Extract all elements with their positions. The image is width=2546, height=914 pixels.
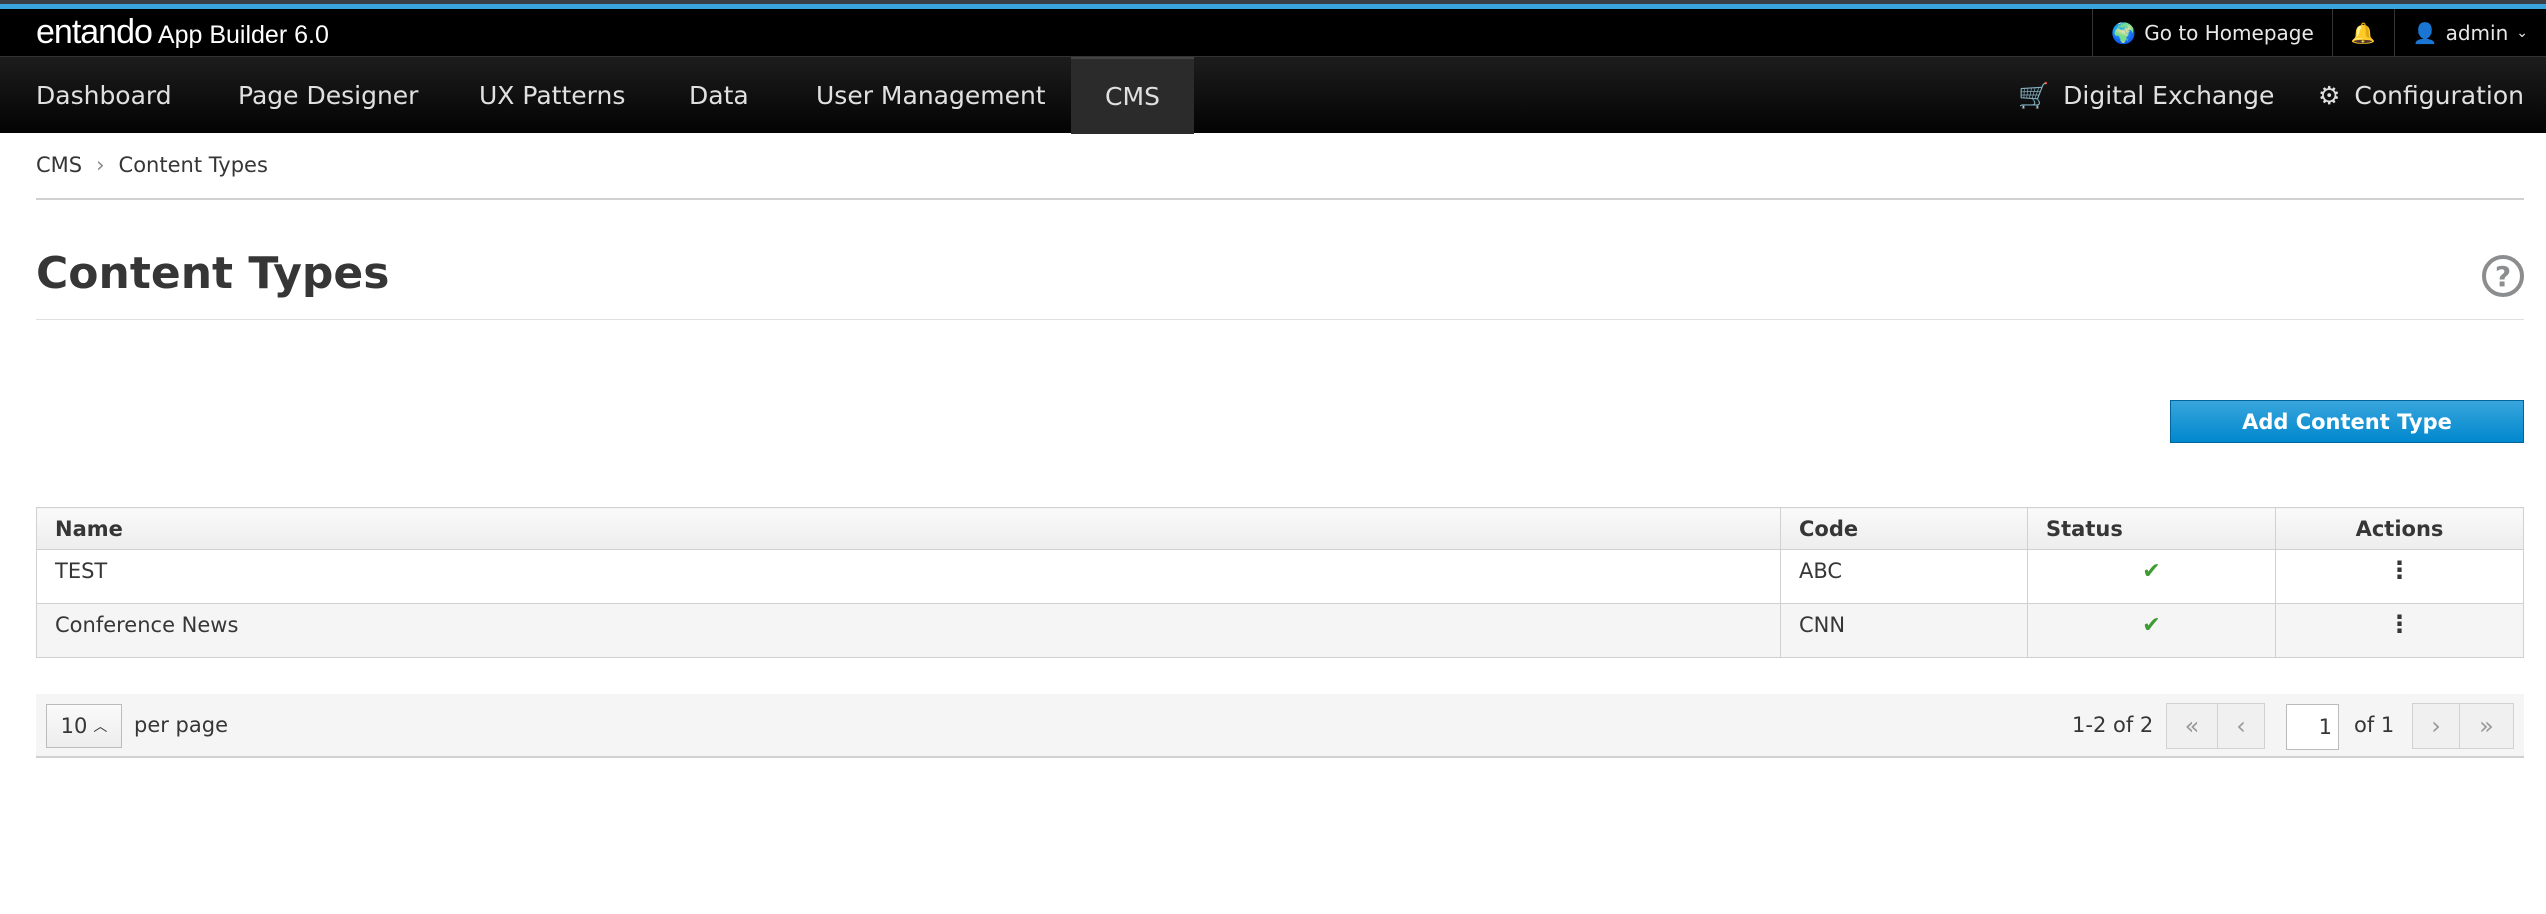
nav-user-management[interactable]: User Management <box>816 57 1046 134</box>
last-page-button[interactable]: » <box>2459 703 2514 749</box>
help-icon[interactable]: ? <box>2482 255 2524 297</box>
breadcrumb-content-types: Content Types <box>118 153 268 177</box>
brand[interactable]: entando App Builder 6.0 <box>36 13 329 52</box>
cell-code: CNN <box>1780 603 2028 658</box>
cell-name: Conference News <box>36 603 1781 658</box>
nav-cms[interactable]: CMS <box>1071 57 1194 134</box>
cell-name: TEST <box>36 549 1781 604</box>
breadcrumb-cms[interactable]: CMS <box>36 153 82 177</box>
nav-label: CMS <box>1105 82 1160 111</box>
check-icon: ✔ <box>2142 559 2161 584</box>
nav-digital-exchange[interactable]: 🛒 Digital Exchange <box>2018 57 2274 134</box>
table-row: Conference News CNN ✔ ⋮ <box>36 603 2524 658</box>
main-nav: Dashboard Page Designer UX Patterns Data… <box>0 56 2546 134</box>
cell-actions: ⋮ <box>2275 603 2524 658</box>
cell-code: ABC <box>1780 549 2028 604</box>
chevron-left-icon: ‹ <box>2236 712 2246 740</box>
cell-status: ✔ <box>2027 549 2276 604</box>
page-title: Content Types <box>36 248 390 299</box>
top-bar: entando App Builder 6.0 🌍 Go to Homepage … <box>0 9 2546 56</box>
bell-icon: 🔔 <box>2350 20 2376 45</box>
per-page-value: 10 <box>60 714 88 738</box>
nav-dashboard[interactable]: Dashboard <box>36 57 172 134</box>
entando-logo: entando <box>36 13 153 51</box>
per-page-select[interactable]: 10 ︿ <box>46 704 122 748</box>
pagination-range: 1-2 of 2 <box>2072 713 2154 737</box>
gear-icon: ⚙ <box>2318 81 2341 110</box>
double-chevron-left-icon: « <box>2184 712 2200 740</box>
per-page-label: per page <box>134 713 229 737</box>
chevron-right-icon: › <box>2431 712 2441 740</box>
homepage-label: Go to Homepage <box>2144 20 2314 45</box>
nav-label: Dashboard <box>36 81 172 110</box>
add-content-type-button[interactable]: Add Content Type <box>2170 400 2524 443</box>
page-input[interactable]: 1 <box>2286 704 2339 750</box>
chevron-right-icon: › <box>96 153 105 177</box>
double-chevron-right-icon: » <box>2479 712 2494 740</box>
page-total: of 1 <box>2354 713 2395 737</box>
next-page-button[interactable]: › <box>2412 703 2460 749</box>
nav-data[interactable]: Data <box>689 57 749 134</box>
user-icon: 👤 <box>2412 20 2438 45</box>
go-to-homepage-link[interactable]: 🌍 Go to Homepage <box>2092 9 2331 56</box>
nav-page-designer[interactable]: Page Designer <box>238 57 418 134</box>
prev-page-button[interactable]: ‹ <box>2217 703 2265 749</box>
user-menu[interactable]: 👤 admin ⌄ <box>2393 9 2546 56</box>
column-header-code: Code <box>1780 507 2028 550</box>
nav-configuration[interactable]: ⚙ Configuration <box>2318 57 2524 134</box>
chevron-down-icon: ⌄ <box>2516 24 2528 41</box>
chevron-up-icon: ︿ <box>93 719 108 735</box>
username: admin <box>2445 20 2509 45</box>
nav-label: Data <box>689 81 749 110</box>
divider <box>36 198 2524 200</box>
table-row: TEST ABC ✔ ⋮ <box>36 549 2524 604</box>
nav-label: Configuration <box>2354 81 2524 110</box>
first-page-button[interactable]: « <box>2166 703 2218 749</box>
column-header-status: Status <box>2027 507 2276 550</box>
breadcrumb: CMS › Content Types <box>36 153 268 177</box>
nav-label: User Management <box>816 81 1046 110</box>
cart-icon: 🛒 <box>2018 80 2050 110</box>
column-header-actions: Actions <box>2275 507 2524 550</box>
divider <box>36 319 2524 320</box>
content-types-table: Name Code Status Actions TEST ABC ✔ ⋮ Co… <box>36 507 2524 658</box>
nav-ux-patterns[interactable]: UX Patterns <box>479 57 625 134</box>
nav-label: Page Designer <box>238 81 419 110</box>
notifications-button[interactable]: 🔔 <box>2331 9 2394 56</box>
nav-label: UX Patterns <box>479 81 626 110</box>
kebab-menu-icon[interactable]: ⋮ <box>2388 610 2412 638</box>
check-icon: ✔ <box>2142 613 2161 638</box>
pagination-bar: 10 ︿ per page 1-2 of 2 « ‹ 1 of 1 › » <box>36 694 2524 758</box>
app-name: App Builder 6.0 <box>157 21 329 49</box>
globe-icon: 🌍 <box>2111 20 2137 45</box>
kebab-menu-icon[interactable]: ⋮ <box>2388 556 2412 584</box>
column-header-name: Name <box>36 507 1781 550</box>
nav-label: Digital Exchange <box>2063 81 2275 110</box>
cell-actions: ⋮ <box>2275 549 2524 604</box>
cell-status: ✔ <box>2027 603 2276 658</box>
